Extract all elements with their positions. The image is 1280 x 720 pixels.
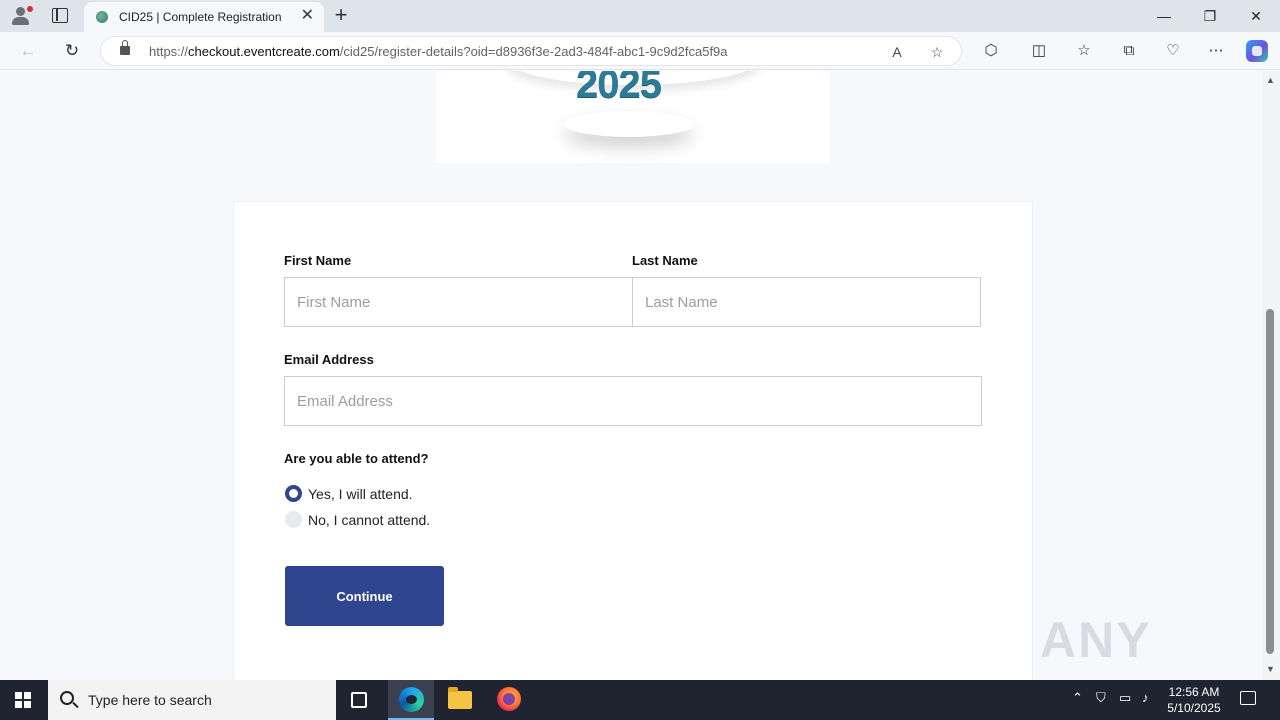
taskbar-search-placeholder: Type here to search bbox=[88, 692, 212, 708]
firefox-icon bbox=[497, 687, 521, 711]
email-input[interactable] bbox=[284, 376, 982, 426]
taskbar-edge-button[interactable] bbox=[388, 680, 434, 720]
task-view-icon bbox=[351, 692, 367, 708]
show-hidden-icons-chevron-icon[interactable]: ⌃ bbox=[1072, 690, 1083, 706]
clock-date: 5/10/2025 bbox=[1167, 701, 1221, 715]
browser-tab-active[interactable]: CID25 | Complete Registration ✕ bbox=[84, 2, 324, 32]
scrollbar-thumb[interactable] bbox=[1266, 309, 1274, 654]
search-icon bbox=[60, 691, 74, 705]
scroll-down-icon[interactable]: ▼ bbox=[1266, 664, 1275, 674]
volume-icon[interactable]: ♪ bbox=[1142, 690, 1149, 705]
registration-form-card: First Name Last Name Email Address Are y… bbox=[233, 201, 1033, 680]
radio-label-yes[interactable]: Yes, I will attend. bbox=[308, 486, 413, 502]
notifications-icon[interactable] bbox=[1240, 691, 1256, 705]
page-viewport: 2025 First Name Last Name Email Address … bbox=[0, 71, 1262, 680]
first-name-label: First Name bbox=[284, 253, 352, 268]
more-options-icon[interactable]: ⋯ bbox=[1206, 41, 1226, 61]
windows-taskbar: Type here to search ⌃ ⛉ ▭ ♪ 12:56 AM 5/1… bbox=[0, 680, 1280, 720]
restore-button[interactable]: ❐ bbox=[1187, 4, 1233, 28]
first-name-input[interactable] bbox=[284, 277, 633, 327]
browser-tab-strip: CID25 | Complete Registration ✕ + — ❐ ✕ bbox=[0, 0, 1280, 32]
favorite-star-icon[interactable]: ☆ bbox=[927, 42, 947, 62]
radio-button-selected[interactable] bbox=[285, 485, 302, 502]
split-screen-icon[interactable]: ◫ bbox=[1029, 41, 1049, 61]
taskbar-firefox-button[interactable] bbox=[486, 680, 532, 720]
profile-icon[interactable] bbox=[10, 5, 33, 27]
edge-browser-icon bbox=[399, 687, 424, 712]
clock-time: 12:56 AM bbox=[1168, 685, 1220, 699]
continue-button[interactable]: Continue bbox=[285, 566, 444, 626]
last-name-label: Last Name bbox=[632, 253, 698, 268]
url-text[interactable]: https://checkout.eventcreate.com/cid25/r… bbox=[149, 44, 728, 59]
scroll-up-icon[interactable]: ▲ bbox=[1266, 75, 1275, 85]
extensions-icon[interactable]: ⬡ bbox=[981, 41, 1001, 61]
collections-icon[interactable]: ⧉ bbox=[1119, 41, 1139, 61]
security-icon[interactable]: ⛉ bbox=[1096, 690, 1106, 706]
task-view-button[interactable] bbox=[337, 680, 383, 720]
taskbar-clock[interactable]: 12:56 AM 5/10/2025 bbox=[1162, 684, 1226, 716]
anyrun-watermark: ANY RUN bbox=[1040, 612, 1152, 680]
event-banner-image: 2025 bbox=[436, 71, 830, 163]
copilot-icon[interactable] bbox=[1246, 40, 1268, 62]
lock-icon[interactable] bbox=[120, 40, 130, 55]
attend-question: Are you able to attend? bbox=[284, 451, 429, 466]
site-favicon-icon bbox=[96, 11, 108, 23]
refresh-icon[interactable]: ↻ bbox=[59, 39, 85, 63]
browser-essentials-icon[interactable]: ♡ bbox=[1163, 41, 1183, 61]
taskbar-search-box[interactable]: Type here to search bbox=[48, 680, 336, 720]
network-icon[interactable]: ▭ bbox=[1119, 690, 1131, 706]
tab-title: CID25 | Complete Registration bbox=[119, 10, 282, 24]
windows-start-icon[interactable] bbox=[15, 692, 31, 708]
email-label: Email Address bbox=[284, 352, 374, 367]
file-explorer-icon bbox=[448, 687, 472, 709]
tab-close-icon[interactable]: ✕ bbox=[301, 7, 314, 25]
address-bar[interactable]: https://checkout.eventcreate.com/cid25/r… bbox=[100, 36, 962, 66]
radio-button-unselected[interactable] bbox=[285, 511, 302, 528]
new-tab-button[interactable]: + bbox=[330, 2, 352, 28]
read-aloud-icon[interactable]: A bbox=[887, 42, 907, 62]
radio-option-no[interactable]: No, I cannot attend. bbox=[285, 510, 455, 530]
favorites-icon[interactable]: ☆ bbox=[1074, 41, 1094, 61]
back-arrow-icon[interactable]: ← bbox=[15, 39, 41, 63]
vertical-scrollbar[interactable]: ▲ ▼ bbox=[1262, 71, 1280, 680]
last-name-input[interactable] bbox=[632, 277, 981, 327]
minimize-button[interactable]: — bbox=[1141, 4, 1187, 28]
radio-label-no[interactable]: No, I cannot attend. bbox=[308, 512, 430, 528]
close-window-button[interactable]: ✕ bbox=[1233, 4, 1279, 28]
banner-year: 2025 bbox=[576, 71, 662, 106]
browser-toolbar: ← ↻ https://checkout.eventcreate.com/cid… bbox=[0, 32, 1280, 70]
taskbar-file-explorer-button[interactable] bbox=[437, 680, 483, 720]
tab-actions-icon[interactable] bbox=[52, 8, 68, 23]
radio-option-yes[interactable]: Yes, I will attend. bbox=[285, 484, 445, 504]
